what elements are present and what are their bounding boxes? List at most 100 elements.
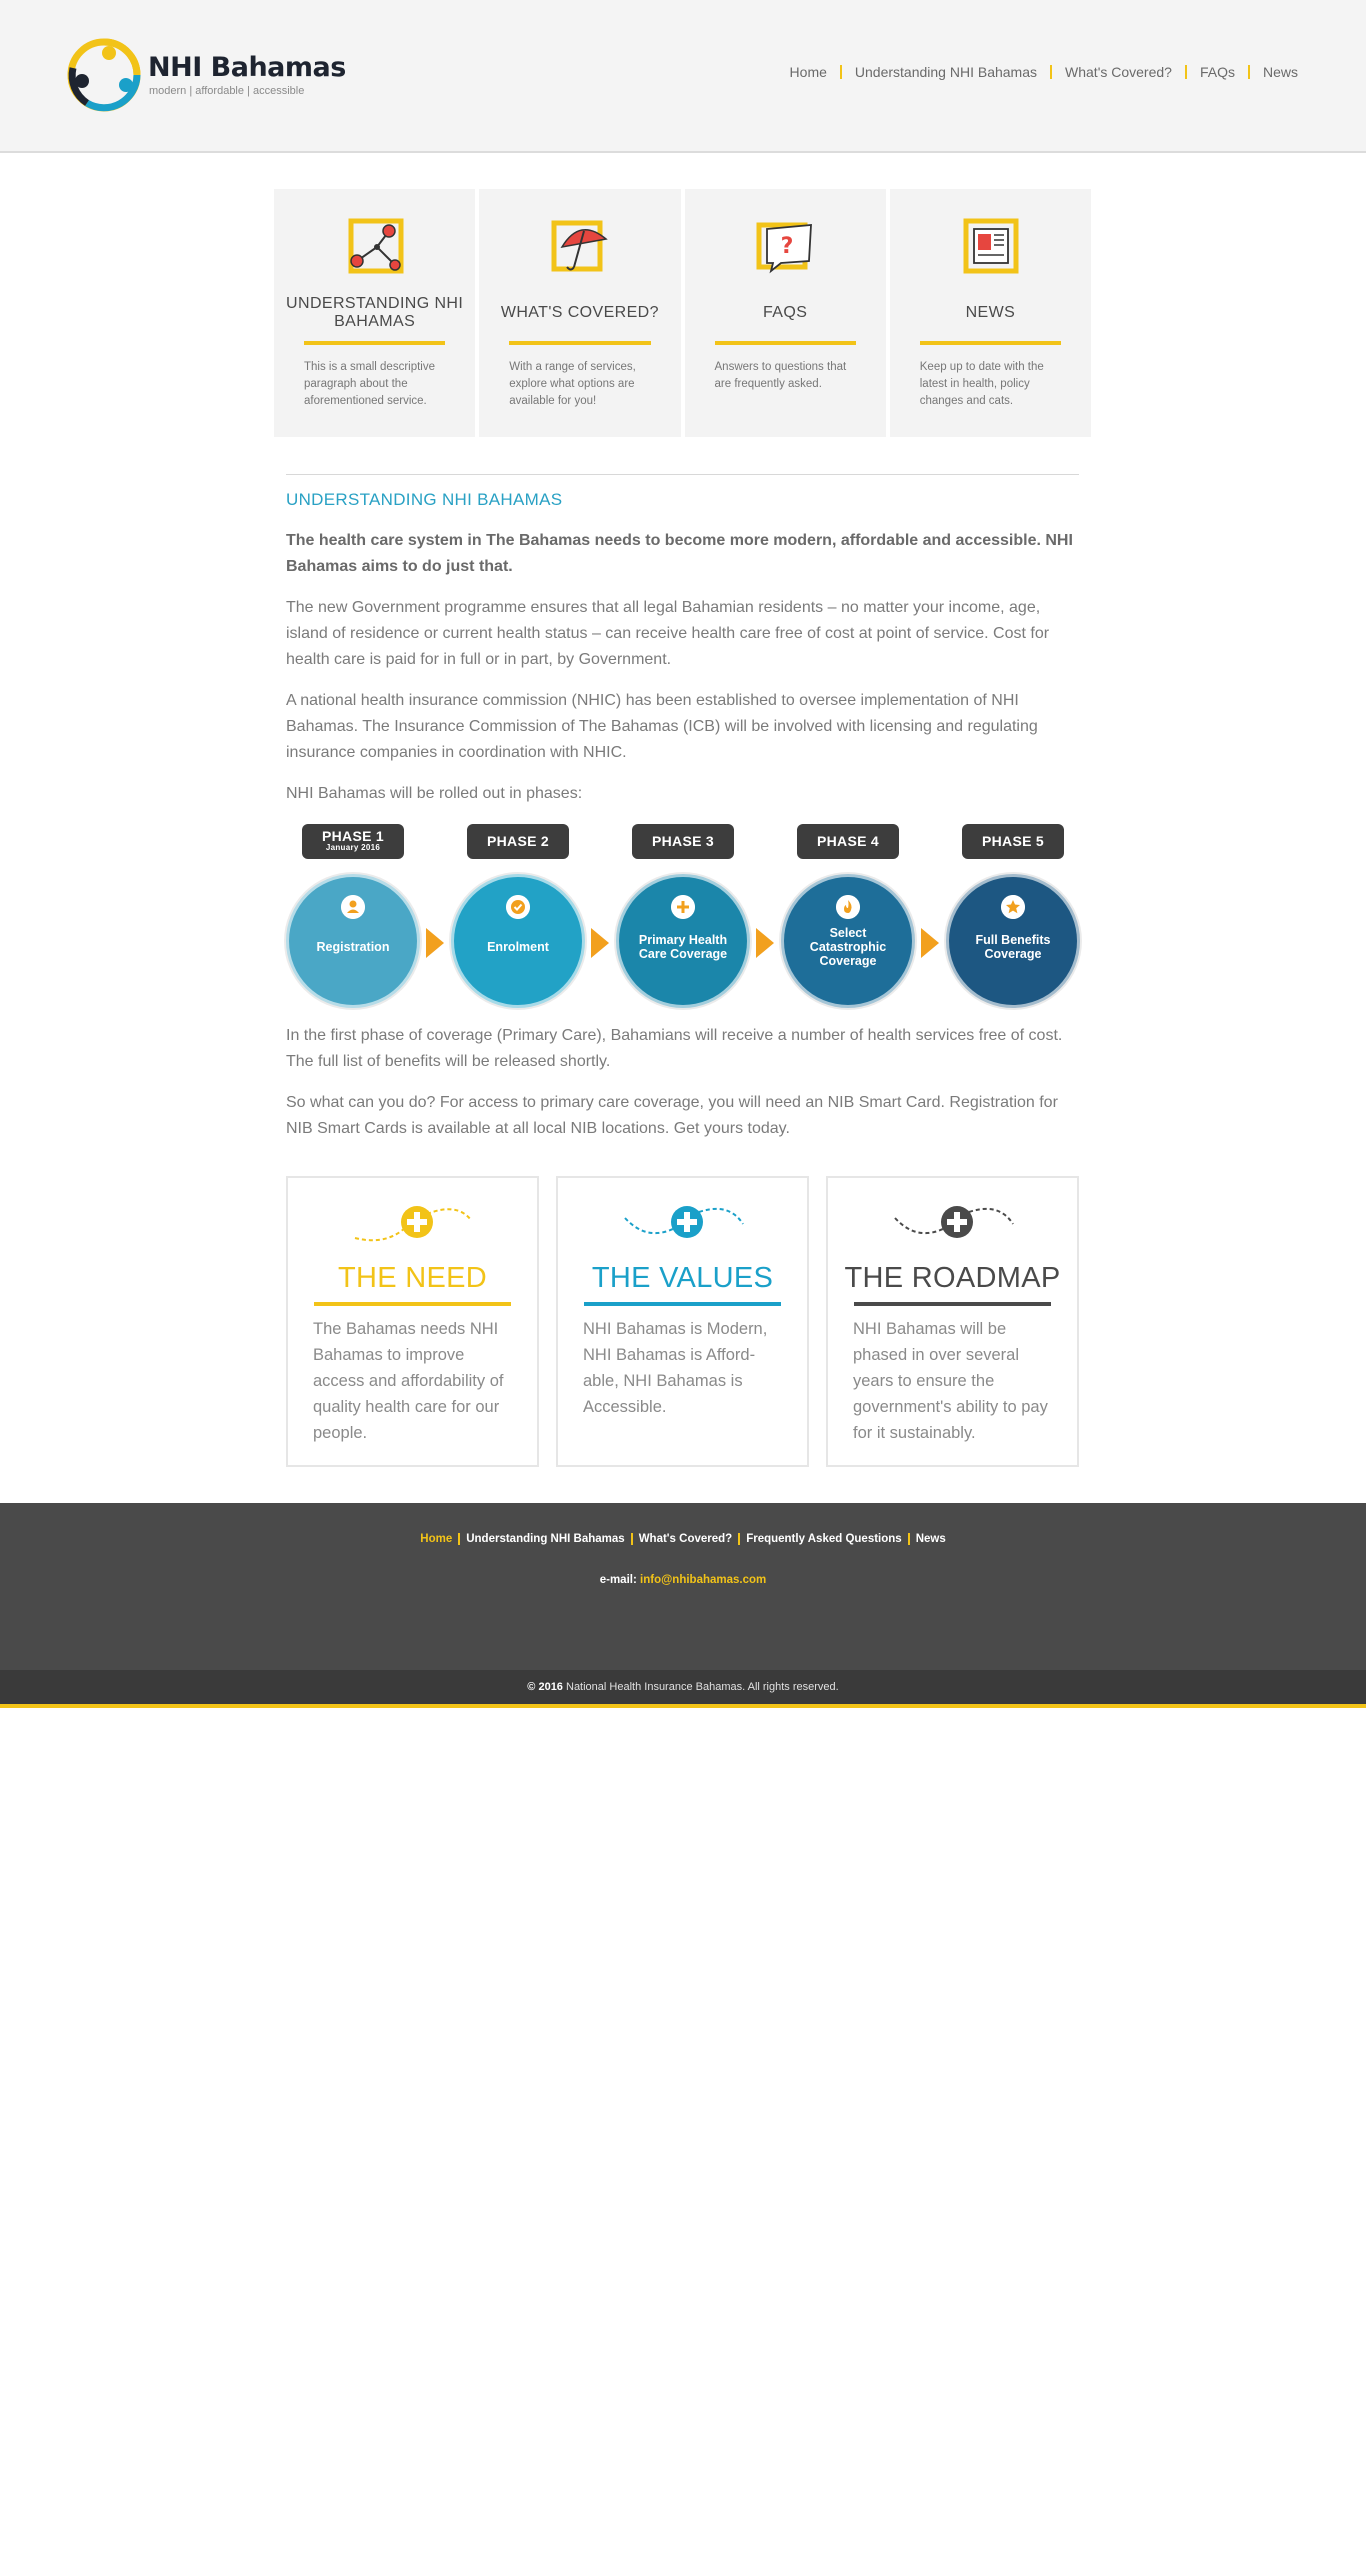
arrow-right-icon	[591, 928, 609, 958]
phase-badge: PHASE 3	[632, 824, 734, 859]
footer-accent-bar	[0, 1704, 1366, 1708]
phase-badge-label: PHASE 3	[651, 833, 714, 849]
logo-icon[interactable]	[67, 38, 141, 112]
card-title: THE NEED	[337, 1262, 488, 1294]
tile-underline	[714, 341, 856, 345]
section-divider	[286, 474, 1079, 475]
tile-underline	[509, 341, 651, 345]
tile-whats-covered[interactable]: WHAT'S COVERED? With a range of services…	[479, 189, 681, 437]
after-phases-content: In the first phase of coverage (Primary …	[286, 1023, 1079, 1142]
tile-understanding[interactable]: UNDERSTANDING NHI BAHAMAS This is a smal…	[274, 189, 476, 437]
card-the-need[interactable]: THE NEED The Bahamas needs NHI Bahamas t…	[286, 1176, 539, 1467]
phase-circle-catastrophic[interactable]: Select Catastrophic Coverage	[781, 874, 915, 1008]
plus-circle-icon	[893, 1206, 1014, 1238]
phases-timeline: PHASE 1 January 2016 PHASE 2 PHASE 3 PHA…	[286, 824, 1080, 1010]
arrow-right-icon	[426, 928, 444, 958]
network-icon	[348, 218, 404, 274]
nav-separator	[1184, 65, 1187, 79]
tile-description: With a range of services, explore what o…	[509, 361, 636, 407]
phase-label: Select Catastrophic Coverage	[809, 926, 887, 968]
star-icon	[1001, 895, 1025, 919]
nav-understanding[interactable]: Understanding NHI Bahamas	[855, 64, 1037, 80]
site-header: NHI Bahamas modern | affordable | access…	[0, 0, 1366, 153]
plus-circle-icon	[354, 1206, 472, 1242]
main-nav: Home Understanding NHI Bahamas What's Co…	[790, 64, 1298, 80]
tile-faqs[interactable]: ? FAQS Answers to questions that are fre…	[684, 189, 886, 437]
newspaper-icon	[963, 218, 1019, 274]
phase-badge: PHASE 4	[797, 824, 899, 859]
tile-description: Keep up to date with the latest in healt…	[919, 361, 1044, 407]
email-link[interactable]: info@nhibahamas.com	[640, 1574, 766, 1586]
phase-badge-label: PHASE 2	[486, 833, 549, 849]
plus-icon	[671, 895, 695, 919]
phase-badge: PHASE 5	[962, 824, 1064, 859]
nav-news[interactable]: News	[1263, 64, 1298, 80]
footer-nav-understanding[interactable]: Understanding NHI Bahamas	[466, 1533, 624, 1545]
footer-nav-home[interactable]: Home	[420, 1533, 452, 1545]
site-footer: Home Understanding NHI Bahamas What's Co…	[0, 1503, 1366, 1670]
paragraph: The new Government programme ensures tha…	[286, 599, 1050, 668]
tile-title: WHAT'S COVERED?	[500, 304, 659, 321]
umbrella-icon	[551, 220, 608, 272]
footer-nav-whats-covered[interactable]: What's Covered?	[639, 1533, 732, 1545]
nav-separator	[1050, 65, 1053, 79]
check-icon	[506, 895, 530, 919]
paragraph: In the first phase of coverage (Primary …	[286, 1027, 1063, 1070]
phase-badge: PHASE 2	[467, 824, 569, 859]
tile-title: FAQS	[762, 304, 808, 321]
brand-name[interactable]: NHI Bahamas	[148, 52, 346, 83]
feature-tiles: UNDERSTANDING NHI BAHAMAS This is a smal…	[274, 189, 1091, 437]
phase-circle-registration[interactable]: Registration	[286, 874, 420, 1008]
person-icon	[341, 895, 365, 919]
card-the-roadmap[interactable]: THE ROADMAP NHI Bahamas will be phased i…	[826, 1176, 1079, 1467]
footer-nav: Home Understanding NHI Bahamas What's Co…	[0, 1533, 1366, 1545]
email-label: e-mail:	[599, 1574, 637, 1586]
main-content: UNDERSTANDING NHI BAHAMAS The health car…	[286, 488, 1079, 807]
nav-separator	[458, 1533, 461, 1545]
paragraph: NHI Bahamas will be rolled out in phases…	[286, 785, 583, 802]
nav-whats-covered[interactable]: What's Covered?	[1065, 64, 1172, 80]
phase-badge-label: PHASE 5	[981, 833, 1044, 849]
copyright-text: National Health Insurance Bahamas. All r…	[566, 1681, 839, 1693]
section-heading: UNDERSTANDING NHI BAHAMAS	[286, 490, 563, 509]
phase-label: Registration	[316, 940, 390, 954]
flame-icon	[836, 895, 860, 919]
phase-badge-label: PHASE 1	[321, 828, 384, 844]
paragraph: So what can you do? For access to primar…	[286, 1094, 1058, 1137]
plus-circle-icon	[623, 1206, 744, 1238]
phase-label: Full Benefits Coverage	[975, 933, 1051, 961]
svg-text:?: ?	[781, 234, 794, 259]
phase-label: Primary Health Care Coverage	[638, 933, 728, 961]
copyright-bar: © 2016 National Health Insurance Bahamas…	[0, 1670, 1366, 1704]
phase-circle-primary[interactable]: Primary Health Care Coverage	[616, 874, 750, 1008]
brand-tagline: modern | affordable | accessible	[149, 85, 305, 97]
card-underline	[314, 1302, 511, 1306]
footer-nav-news[interactable]: News	[916, 1533, 946, 1545]
arrow-right-icon	[756, 928, 774, 958]
nav-home[interactable]: Home	[790, 64, 827, 80]
tile-description: Answers to questions that are frequently…	[714, 361, 847, 390]
phase-circle-full-benefits[interactable]: Full Benefits Coverage	[946, 874, 1080, 1008]
phase-circle-enrolment[interactable]: Enrolment	[451, 874, 585, 1008]
tile-underline	[304, 341, 446, 345]
card-description: The Bahamas needs NHI Bahamas to improve…	[313, 1320, 504, 1442]
card-description: NHI Bahamas is Modern, NHI Bahamas is Af…	[583, 1320, 768, 1416]
tile-title: UNDERSTANDING NHI BAHAMAS	[286, 295, 464, 330]
paragraph: A national health insurance commission (…	[286, 692, 1038, 761]
arrow-right-icon	[921, 928, 939, 958]
card-description: NHI Bahamas will be phased in over sever…	[853, 1320, 1048, 1442]
lead-paragraph: The health care system in The Bahamas ne…	[286, 532, 1073, 575]
nav-faqs[interactable]: FAQs	[1200, 64, 1235, 80]
tile-underline	[919, 341, 1061, 345]
card-the-values[interactable]: THE VALUES NHI Bahamas is Modern, NHI Ba…	[556, 1176, 809, 1467]
card-title: THE VALUES	[591, 1262, 774, 1294]
tile-news[interactable]: NEWS Keep up to date with the latest in …	[889, 189, 1091, 437]
nav-separator	[907, 1533, 910, 1545]
card-title: THE ROADMAP	[844, 1262, 1061, 1294]
question-icon: ?	[756, 222, 813, 274]
nav-separator	[738, 1533, 741, 1545]
phase-badge-date: January 2016	[325, 843, 381, 852]
footer-nav-faq[interactable]: Frequently Asked Questions	[746, 1533, 902, 1545]
card-underline	[584, 1302, 781, 1306]
phase-label: Enrolment	[487, 940, 549, 954]
